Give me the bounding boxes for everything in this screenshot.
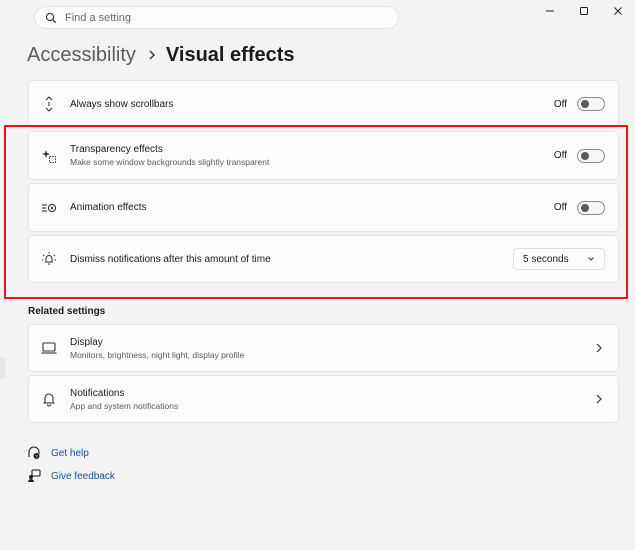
- animation-icon: [41, 200, 57, 216]
- give-feedback-link[interactable]: Give feedback: [27, 469, 115, 483]
- transparency-toggle-wrap: Off: [553, 148, 605, 163]
- minimize-icon: [545, 3, 555, 21]
- settings-window: Accessibility Visual effects Always show…: [0, 0, 635, 550]
- notification-bell-timer-icon: [41, 251, 57, 267]
- maximize-button[interactable]: [567, 0, 601, 24]
- help-icon: ?: [27, 446, 41, 460]
- setting-title: Transparency effects: [70, 144, 163, 155]
- feedback-icon: [27, 469, 41, 483]
- toggle-state-label: Off: [553, 202, 567, 213]
- search-icon: [45, 12, 57, 24]
- chevron-right-icon: [148, 49, 156, 61]
- chevron-down-icon: [587, 256, 595, 262]
- search-box[interactable]: [34, 6, 399, 29]
- chevron-right-icon: [595, 393, 603, 405]
- scrollbars-toggle[interactable]: [577, 97, 605, 111]
- give-feedback-label: Give feedback: [51, 470, 115, 482]
- setting-title: Animation effects: [70, 202, 147, 213]
- setting-dismiss-notifications: Dismiss notifications after this amount …: [28, 235, 619, 283]
- setting-title: Display: [70, 336, 103, 348]
- get-help-label: Get help: [51, 447, 89, 459]
- related-display[interactable]: Display Monitors, brightness, night ligh…: [28, 324, 619, 372]
- toggle-knob: [581, 100, 589, 108]
- maximize-icon: [579, 3, 589, 21]
- scroll-arrows-icon: [41, 96, 57, 112]
- transparency-toggle[interactable]: [577, 148, 605, 163]
- dismiss-time-dropdown[interactable]: 5 seconds: [513, 248, 605, 270]
- scrollbars-toggle-wrap: Off: [554, 97, 605, 111]
- chevron-right-icon: [595, 342, 603, 354]
- toggle-knob: [581, 151, 589, 160]
- animation-toggle-wrap: Off: [553, 200, 605, 215]
- setting-title: Dismiss notifications after this amount …: [70, 253, 271, 265]
- close-icon: [613, 3, 623, 21]
- toggle-state-label: Off: [553, 150, 567, 161]
- related-notifications[interactable]: Notifications App and system notificatio…: [28, 375, 619, 423]
- dropdown-selected-value: 5 seconds: [523, 253, 569, 265]
- setting-subtitle: App and system notifications: [70, 400, 179, 411]
- minimize-button[interactable]: [533, 0, 567, 24]
- toggle-knob: [581, 203, 589, 212]
- setting-subtitle: Make some window backgrounds slightly tr…: [70, 157, 270, 167]
- navigation-edge: [0, 357, 5, 379]
- toggle-state-label: Off: [553, 98, 567, 110]
- transparency-sparkle-icon: [41, 148, 57, 164]
- window-controls: [533, 0, 635, 24]
- page-title: Visual effects: [165, 43, 295, 66]
- close-button[interactable]: [601, 0, 635, 24]
- setting-always-show-scrollbars: Always show scrollbars Off: [28, 80, 619, 128]
- bell-icon: [41, 391, 57, 407]
- breadcrumb-parent-accessibility[interactable]: Accessibility: [27, 44, 136, 67]
- setting-transparency-effects: Transparency effects Make some window ba…: [28, 131, 619, 180]
- related-settings-heading: Related settings: [28, 306, 106, 317]
- setting-title: Always show scrollbars: [70, 98, 174, 110]
- breadcrumb: Accessibility Visual effects: [27, 40, 295, 70]
- monitor-icon: [41, 340, 57, 356]
- setting-subtitle: Monitors, brightness, night light, displ…: [70, 349, 245, 360]
- get-help-link[interactable]: ? Get help: [27, 446, 89, 460]
- search-input[interactable]: [65, 11, 365, 24]
- animation-toggle[interactable]: [577, 200, 605, 215]
- setting-title: Notifications: [70, 387, 125, 399]
- setting-animation-effects: Animation effects Off: [28, 183, 619, 232]
